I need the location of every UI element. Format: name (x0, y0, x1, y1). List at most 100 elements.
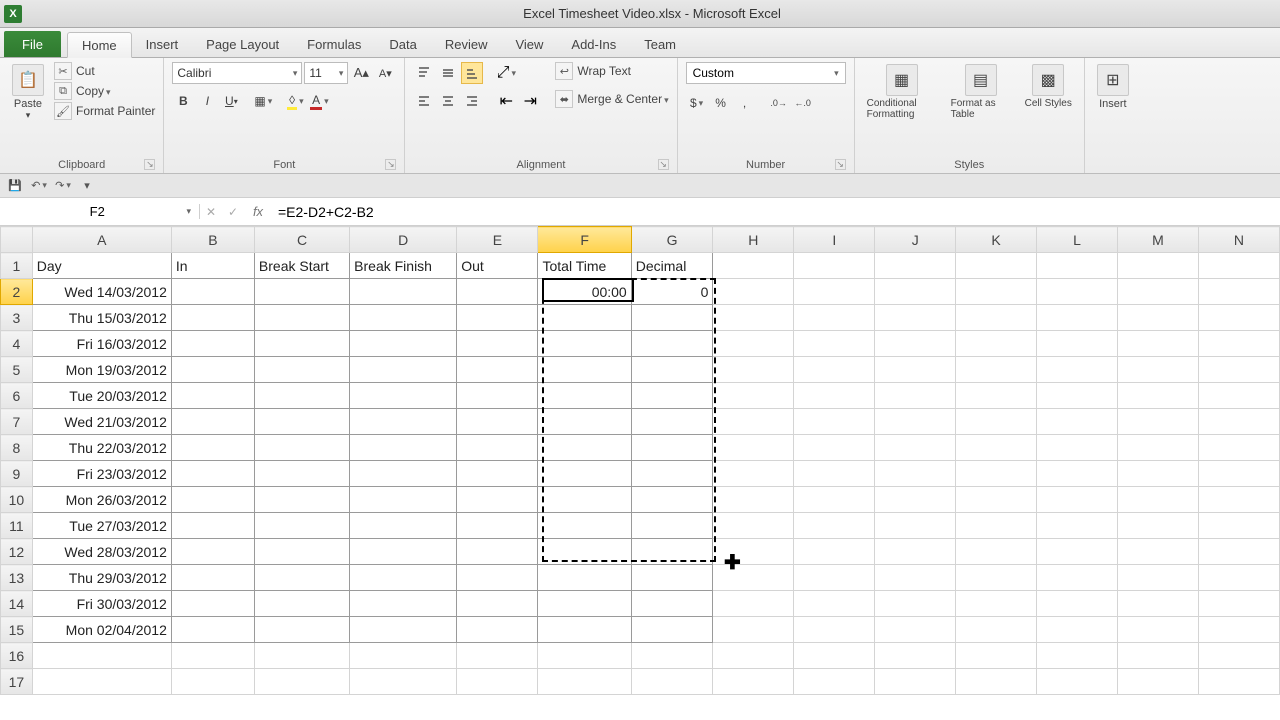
col-header-B[interactable]: B (171, 227, 254, 253)
cell-E13[interactable] (457, 565, 538, 591)
cell-I1[interactable] (794, 253, 875, 279)
clipboard-dialog-launcher[interactable]: ↘ (144, 159, 155, 170)
cell-I17[interactable] (794, 669, 875, 695)
row-header-5[interactable]: 5 (1, 357, 33, 383)
cell-D7[interactable] (350, 409, 457, 435)
font-size-combo[interactable]: 11▾ (304, 62, 348, 84)
cell-H11[interactable] (713, 513, 794, 539)
cell-M17[interactable] (1117, 669, 1198, 695)
cell-H4[interactable] (713, 331, 794, 357)
cell-L12[interactable] (1037, 539, 1118, 565)
cell-L9[interactable] (1037, 461, 1118, 487)
cell-D13[interactable] (350, 565, 457, 591)
cell-E7[interactable] (457, 409, 538, 435)
cell-G9[interactable] (631, 461, 713, 487)
cell-F1[interactable]: Total Time (538, 253, 631, 279)
cell-L4[interactable] (1037, 331, 1118, 357)
cell-G10[interactable] (631, 487, 713, 513)
select-all-corner[interactable] (1, 227, 33, 253)
cell-I14[interactable] (794, 591, 875, 617)
italic-button[interactable]: I (196, 90, 218, 112)
cell-A8[interactable]: Thu 22/03/2012 (32, 435, 171, 461)
cell-E4[interactable] (457, 331, 538, 357)
row-header-11[interactable]: 11 (1, 513, 33, 539)
tab-home[interactable]: Home (67, 32, 132, 58)
col-header-E[interactable]: E (457, 227, 538, 253)
cell-L5[interactable] (1037, 357, 1118, 383)
cell-L3[interactable] (1037, 305, 1118, 331)
cell-J12[interactable] (875, 539, 956, 565)
percent-format-button[interactable]: % (710, 92, 732, 114)
cell-A15[interactable]: Mon 02/04/2012 (32, 617, 171, 643)
cell-A17[interactable] (32, 669, 171, 695)
cell-F10[interactable] (538, 487, 631, 513)
cell-M13[interactable] (1117, 565, 1198, 591)
increase-indent-button[interactable]: ⇥ (519, 90, 541, 112)
cell-M12[interactable] (1117, 539, 1198, 565)
cell-N11[interactable] (1198, 513, 1279, 539)
undo-button[interactable]: ↶ (30, 177, 48, 195)
row-header-3[interactable]: 3 (1, 305, 33, 331)
cell-N6[interactable] (1198, 383, 1279, 409)
cell-N13[interactable] (1198, 565, 1279, 591)
cell-D17[interactable] (350, 669, 457, 695)
cell-E17[interactable] (457, 669, 538, 695)
cell-J17[interactable] (875, 669, 956, 695)
cell-H10[interactable] (713, 487, 794, 513)
cell-A9[interactable]: Fri 23/03/2012 (32, 461, 171, 487)
col-header-D[interactable]: D (350, 227, 457, 253)
cell-N5[interactable] (1198, 357, 1279, 383)
alignment-dialog-launcher[interactable]: ↘ (658, 159, 669, 170)
cell-F11[interactable] (538, 513, 631, 539)
cell-D14[interactable] (350, 591, 457, 617)
cell-M7[interactable] (1117, 409, 1198, 435)
col-header-M[interactable]: M (1117, 227, 1198, 253)
cell-F3[interactable] (538, 305, 631, 331)
cell-C10[interactable] (254, 487, 349, 513)
decrease-font-button[interactable]: A▾ (374, 62, 396, 84)
cell-B1[interactable]: In (171, 253, 254, 279)
cell-K13[interactable] (956, 565, 1037, 591)
increase-decimal-button[interactable]: .0→ (768, 92, 790, 114)
cell-A16[interactable] (32, 643, 171, 669)
cell-H16[interactable] (713, 643, 794, 669)
decrease-indent-button[interactable]: ⇤ (495, 90, 517, 112)
cell-J2[interactable] (875, 279, 956, 305)
row-header-4[interactable]: 4 (1, 331, 33, 357)
cell-K10[interactable] (956, 487, 1037, 513)
formula-input[interactable] (272, 204, 1280, 220)
cell-F7[interactable] (538, 409, 631, 435)
cell-B5[interactable] (171, 357, 254, 383)
row-header-2[interactable]: 2 (1, 279, 33, 305)
tab-insert[interactable]: Insert (132, 31, 193, 57)
cell-D3[interactable] (350, 305, 457, 331)
cell-M11[interactable] (1117, 513, 1198, 539)
cell-D11[interactable] (350, 513, 457, 539)
cell-C2[interactable] (254, 279, 349, 305)
format-as-table-button[interactable]: ▤Format as Table (947, 62, 1015, 122)
cell-N16[interactable] (1198, 643, 1279, 669)
col-header-H[interactable]: H (713, 227, 794, 253)
paste-button[interactable]: 📋 Paste ▾ (8, 62, 48, 123)
cell-K2[interactable] (956, 279, 1037, 305)
cell-H6[interactable] (713, 383, 794, 409)
orientation-button[interactable]: ⤢ (495, 62, 517, 84)
merge-center-button[interactable]: ⬌Merge & Center (555, 90, 668, 108)
insert-cells-button[interactable]: ⊞Insert (1093, 62, 1133, 112)
cell-A2[interactable]: Wed 14/03/2012 (32, 279, 171, 305)
cell-K1[interactable] (956, 253, 1037, 279)
cell-N12[interactable] (1198, 539, 1279, 565)
cell-K4[interactable] (956, 331, 1037, 357)
cell-A11[interactable]: Tue 27/03/2012 (32, 513, 171, 539)
cell-M1[interactable] (1117, 253, 1198, 279)
cell-L17[interactable] (1037, 669, 1118, 695)
cell-G5[interactable] (631, 357, 713, 383)
row-header-16[interactable]: 16 (1, 643, 33, 669)
cell-F5[interactable] (538, 357, 631, 383)
cell-N14[interactable] (1198, 591, 1279, 617)
cell-K8[interactable] (956, 435, 1037, 461)
cell-M5[interactable] (1117, 357, 1198, 383)
bold-button[interactable]: B (172, 90, 194, 112)
cell-G2[interactable]: 0 (631, 279, 713, 305)
cell-I2[interactable] (794, 279, 875, 305)
